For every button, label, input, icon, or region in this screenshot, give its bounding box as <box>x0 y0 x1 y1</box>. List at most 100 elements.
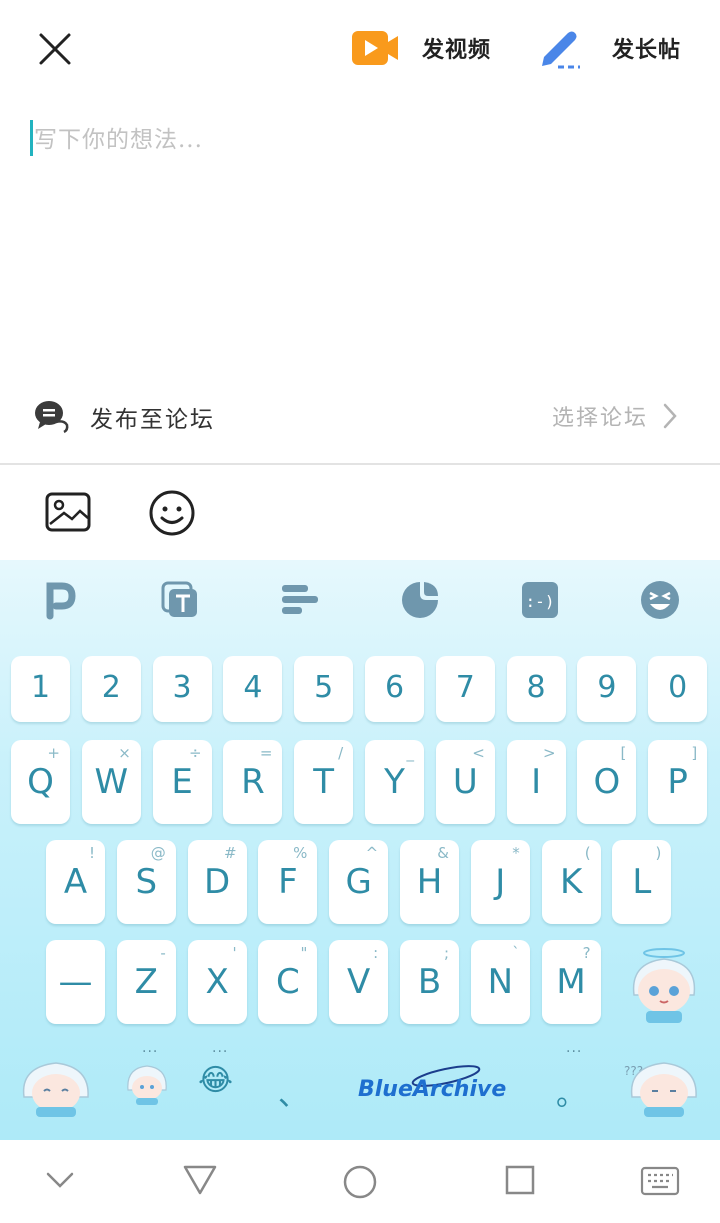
space-key[interactable]: BlueArchive <box>356 1058 506 1104</box>
key-label: Z <box>134 962 158 1002</box>
key-symbol: ] <box>691 744 698 762</box>
keyboard-toolbar: :-) <box>0 560 720 640</box>
kaomoji-icon[interactable]: :-) <box>520 580 560 620</box>
key-e[interactable]: E ÷ <box>152 740 212 824</box>
key-label: R <box>241 762 265 802</box>
key-symbol: ? <box>582 944 591 962</box>
key-y[interactable]: Y _ <box>365 740 424 824</box>
key-1[interactable]: 1 <box>11 656 70 722</box>
sticker-girl-icon[interactable]: ??? <box>622 1053 704 1123</box>
key-label: I <box>531 762 542 802</box>
key-label: — <box>58 962 93 1002</box>
key-label: G <box>345 862 372 902</box>
close-icon[interactable] <box>34 28 76 70</box>
period-key[interactable]: 。 <box>556 1070 586 1114</box>
key-t[interactable]: T / <box>294 740 354 824</box>
chevron-right-icon <box>660 402 680 430</box>
post-long-label: 发长帖 <box>612 38 682 63</box>
key-l[interactable]: L) <box>612 840 672 924</box>
key-9[interactable]: 9 <box>577 656 637 722</box>
key-label: H <box>416 862 443 902</box>
key-v[interactable]: V: <box>329 940 389 1024</box>
top-bar: 发视频 发长帖 <box>0 0 720 96</box>
key-symbol: ' <box>232 944 237 962</box>
key-j[interactable]: J * <box>470 840 530 924</box>
key-r[interactable]: R = <box>223 740 283 824</box>
key-b[interactable]: B; <box>400 940 459 1024</box>
select-forum-button[interactable]: 选择论坛 <box>552 400 680 432</box>
key-f[interactable]: F% <box>258 840 318 924</box>
compose-placeholder: 写下你的想法... <box>34 127 203 153</box>
post-long-button[interactable]: 发长帖 <box>538 26 681 70</box>
key-s[interactable]: S @ <box>116 840 176 924</box>
recents-icon[interactable] <box>504 1164 536 1200</box>
forum-row[interactable]: 发布至论坛 选择论坛 <box>0 386 720 446</box>
key-label: T <box>313 762 335 802</box>
key-5[interactable]: 5 <box>294 656 354 722</box>
text-icon[interactable] <box>160 580 200 620</box>
key-4[interactable]: 4 <box>223 656 283 722</box>
compose-text-area[interactable]: 写下你的想法... <box>0 96 720 386</box>
key-label: 8 <box>526 670 546 705</box>
back-icon[interactable] <box>182 1162 218 1200</box>
laughing-emoji-key[interactable]: 😂 <box>198 1063 233 1098</box>
key-8[interactable]: 8 <box>506 656 566 722</box>
key-z[interactable]: Z- <box>116 940 176 1024</box>
p-logo-icon[interactable] <box>40 580 80 620</box>
key-u[interactable]: U < <box>435 740 495 824</box>
key-dash[interactable]: — <box>46 940 105 1024</box>
key-i[interactable]: I > <box>506 740 566 824</box>
emoji-icon[interactable] <box>148 489 196 537</box>
key-label: 1 <box>30 670 51 705</box>
key-n[interactable]: N ` <box>470 940 530 1024</box>
comma-key[interactable]: 、 <box>278 1070 308 1114</box>
key-label: X <box>205 962 229 1002</box>
home-icon[interactable] <box>342 1164 378 1204</box>
sticker-girl-icon[interactable] <box>626 943 702 1029</box>
key-k[interactable]: K( <box>541 840 601 924</box>
key-3[interactable]: 3 <box>152 656 212 722</box>
key-label: 5 <box>314 670 334 705</box>
key-7[interactable]: 7 <box>435 656 495 722</box>
key-c[interactable]: C " <box>258 940 318 1024</box>
key-symbol: ) <box>655 844 662 862</box>
key-q[interactable]: Q + <box>11 740 70 824</box>
key-0[interactable]: 0 <box>648 656 708 722</box>
key-h[interactable]: H & <box>400 840 459 924</box>
svg-text::-): :-) <box>526 592 555 611</box>
keyboard-switch-icon[interactable] <box>640 1166 680 1200</box>
chat-bubble-icon <box>34 398 70 434</box>
sticker-girl-icon[interactable] <box>124 1060 170 1110</box>
brand-label: BlueArchive <box>358 1077 506 1102</box>
key-x[interactable]: X ' <box>187 940 247 1024</box>
key-label: 3 <box>172 670 192 705</box>
key-symbol: > <box>543 744 556 762</box>
key-g[interactable]: G ^ <box>329 840 389 924</box>
key-label: B <box>417 962 442 1002</box>
key-label: F <box>278 862 298 902</box>
pen-icon <box>538 27 584 69</box>
key-6[interactable]: 6 <box>365 656 424 722</box>
key-2[interactable]: 2 <box>81 656 141 722</box>
collapse-keyboard-icon[interactable] <box>44 1168 76 1196</box>
key-label: W <box>94 762 129 802</box>
image-icon[interactable] <box>44 491 92 533</box>
key-w[interactable]: W × <box>81 740 141 824</box>
sticker-icon[interactable] <box>400 580 440 620</box>
sticker-girl-icon[interactable] <box>18 1053 96 1123</box>
key-label: 7 <box>455 670 475 705</box>
key-p[interactable]: P] <box>648 740 708 824</box>
key-d[interactable]: D # <box>187 840 247 924</box>
emoji-face-icon[interactable] <box>640 580 680 620</box>
key-a[interactable]: A! <box>46 840 105 924</box>
post-video-button[interactable]: 发视频 <box>350 26 491 70</box>
key-symbol: / <box>338 744 344 762</box>
key-symbol: ^ <box>365 844 379 862</box>
key-m[interactable]: M? <box>541 940 601 1024</box>
key-symbol: ! <box>88 844 95 862</box>
key-label: 9 <box>597 670 617 705</box>
align-icon[interactable] <box>280 580 320 620</box>
key-label: E <box>171 762 193 802</box>
key-label: O <box>593 762 621 802</box>
key-o[interactable]: O[ <box>577 740 637 824</box>
